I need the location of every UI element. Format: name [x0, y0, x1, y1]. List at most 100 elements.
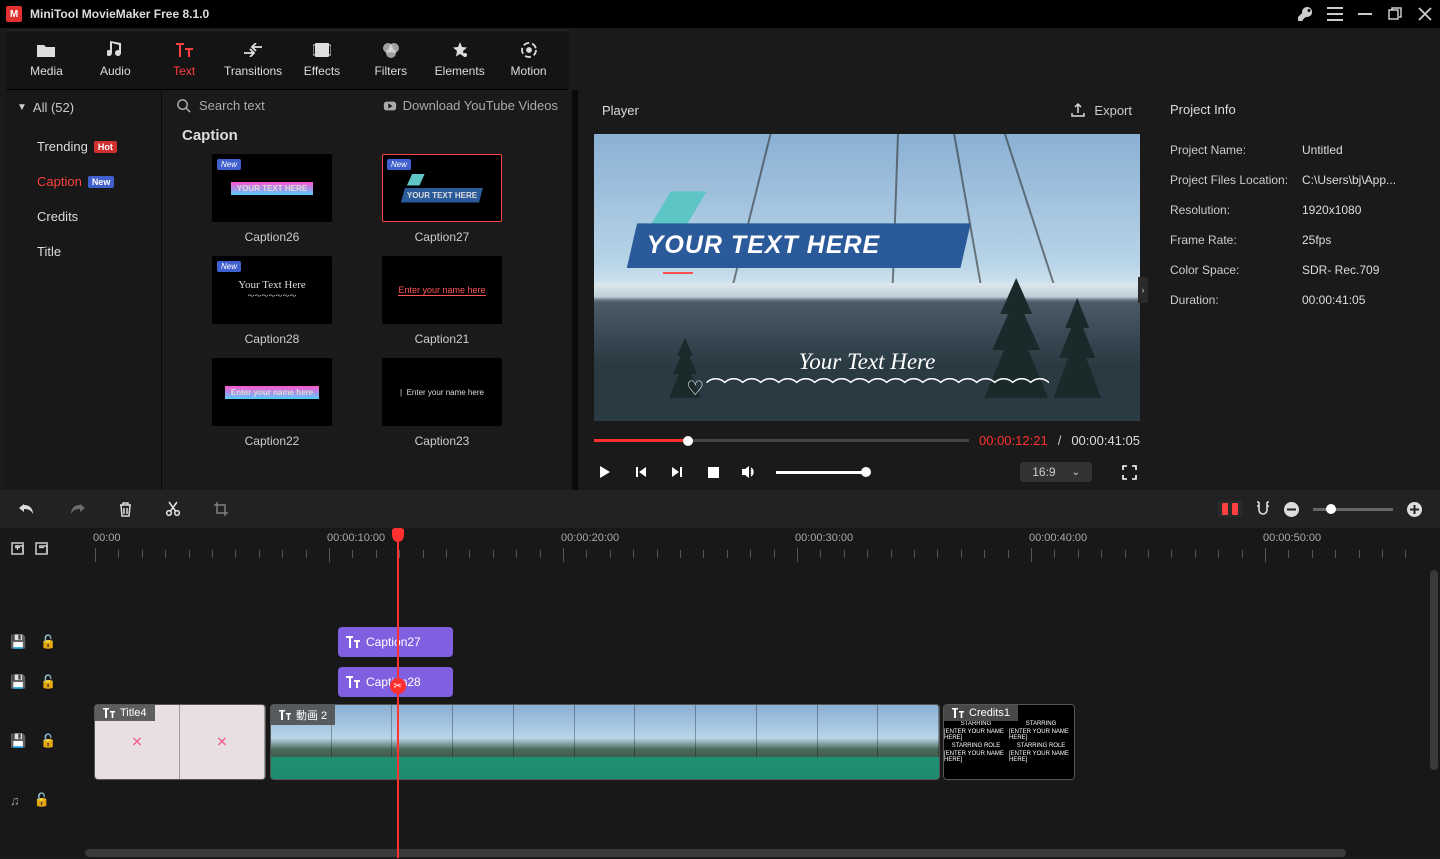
lock-icon[interactable]: 🔓 [40, 733, 56, 749]
timeline-video-clip[interactable]: 動画 2 [270, 704, 940, 780]
lock-icon[interactable]: 🔓 [34, 792, 50, 808]
audio-track[interactable] [85, 780, 1440, 820]
toolbar-label: Audio [100, 64, 131, 78]
music-icon[interactable]: ♫ [10, 793, 20, 808]
toolbar-elements[interactable]: Elements [427, 37, 492, 83]
title-bar: M MiniTool MovieMaker Free 8.1.0 [0, 0, 1440, 28]
delete-button[interactable] [118, 501, 133, 517]
info-row: Resolution:1920x1080 [1170, 195, 1424, 225]
toolbar-label: Media [30, 64, 63, 78]
text-preset-caption26[interactable]: NewYOUR TEXT HERECaption26 [202, 154, 342, 244]
text-preset-caption28[interactable]: NewYour Text Here～～～～～～～Caption28 [202, 256, 342, 346]
download-youtube-link[interactable]: Download YouTube Videos [383, 98, 558, 113]
sidebar-item-label: Title [37, 244, 61, 259]
close-icon[interactable] [1416, 5, 1434, 23]
sidebar-item-credits[interactable]: Credits [37, 199, 161, 234]
ruler-label: 00:00:30:00 [795, 532, 853, 544]
info-row: Project Files Location:C:\Users\bj\App..… [1170, 165, 1424, 195]
sidebar-item-title[interactable]: Title [37, 234, 161, 269]
fullscreen-button[interactable] [1120, 463, 1138, 481]
preset-thumbnail: NewYOUR TEXT HERE [382, 154, 502, 222]
toolbar-transitions[interactable]: Transitions [221, 37, 286, 83]
timeline-toolbar [0, 490, 1440, 528]
maximize-icon[interactable] [1386, 5, 1404, 23]
video-preview[interactable]: YOUR TEXT HERE Your Text Here ♡ ⌒⌒⌒⌒⌒⌒⌒⌒… [594, 134, 1140, 421]
text-preset-caption21[interactable]: Enter your name hereCaption21 [372, 256, 512, 346]
effects-icon [312, 42, 332, 58]
text-preset-caption27[interactable]: NewYOUR TEXT HERECaption27 [372, 154, 512, 244]
info-row: Project Name:Untitled [1170, 135, 1424, 165]
save-icon[interactable]: 💾 [10, 634, 26, 650]
aspect-value: 16:9 [1032, 465, 1055, 479]
player-title: Player [602, 103, 639, 118]
playhead-split-icon[interactable]: ✂ [390, 678, 406, 694]
timeline-scroll-horizontal[interactable] [85, 848, 1426, 858]
toolbar-filters[interactable]: Filters [358, 37, 423, 83]
timeline-video-clip[interactable]: STARRING[ENTER YOUR NAME HERE]STARRING R… [943, 704, 1075, 780]
redo-button[interactable] [68, 501, 86, 517]
next-frame-button[interactable] [668, 463, 686, 481]
lock-icon[interactable]: 🔓 [40, 674, 56, 690]
sidebar-item-caption[interactable]: CaptionNew [37, 164, 161, 199]
snap-button[interactable] [1256, 501, 1270, 517]
ruler-label: 00:00:10:00 [327, 532, 385, 544]
ruler-label: 00:00 [93, 532, 121, 544]
toolbar-motion[interactable]: Motion [496, 37, 561, 83]
sidebar-all-toggle[interactable]: ▼ All (52) [5, 90, 161, 125]
text-track-1[interactable]: Caption27 [85, 622, 1440, 662]
zoom-out-button[interactable] [1284, 502, 1299, 517]
crop-button[interactable] [213, 501, 229, 517]
timeline: 💾🔓 💾🔓 💾🔓 ♫🔓 00:0000:00:10:0000:00:20:000… [0, 528, 1440, 858]
timeline-ruler[interactable]: 00:0000:00:10:0000:00:20:0000:00:30:0000… [85, 528, 1440, 570]
auto-fit-button[interactable] [1218, 501, 1242, 517]
panel-collapse-handle[interactable]: › [1138, 277, 1148, 303]
zoom-slider[interactable] [1313, 508, 1393, 511]
add-track-button[interactable] [10, 541, 26, 557]
volume-slider[interactable] [776, 471, 866, 474]
info-value: C:\Users\bj\App... [1302, 173, 1424, 187]
stop-button[interactable] [704, 463, 722, 481]
toolbar-text[interactable]: Text [152, 37, 217, 83]
timeline-video-clip[interactable]: Title4 [94, 704, 266, 780]
text-library: Search text Download YouTube Videos Capt… [162, 90, 572, 490]
elements-icon [450, 42, 470, 58]
minimize-icon[interactable] [1356, 5, 1374, 23]
undo-button[interactable] [18, 501, 36, 517]
sidebar-item-trending[interactable]: TrendingHot [37, 129, 161, 164]
seek-bar[interactable] [594, 439, 969, 442]
save-icon[interactable]: 💾 [10, 733, 26, 749]
library-section-title: Caption [162, 121, 572, 154]
timeline-text-clip[interactable]: Caption27 [338, 627, 453, 657]
split-button[interactable] [165, 501, 181, 517]
text-preset-caption23[interactable]: | Enter your name hereCaption23 [372, 358, 512, 448]
clip-label-bar: Credits1 [944, 705, 1018, 721]
player-pane: Player Export YOUR TEXT HERE Your Text H… [578, 90, 1144, 490]
toolbar-media[interactable]: Media [14, 37, 79, 83]
save-icon[interactable]: 💾 [10, 674, 26, 690]
video-track[interactable]: Title4動画 2STARRING[ENTER YOUR NAME HERE]… [85, 702, 1440, 780]
search-text[interactable]: Search text [176, 98, 375, 113]
lock-icon[interactable]: 🔓 [40, 634, 56, 650]
info-label: Project Files Location: [1170, 173, 1302, 187]
playhead-handle-icon [392, 528, 404, 542]
timeline-scroll-vertical[interactable] [1428, 528, 1440, 848]
playhead[interactable]: ✂ [397, 530, 399, 858]
toolbar-audio[interactable]: Audio [83, 37, 148, 83]
toolbar-effects[interactable]: Effects [290, 37, 355, 83]
info-value: SDR- Rec.709 [1302, 263, 1424, 277]
play-button[interactable] [596, 463, 614, 481]
text-preset-caption22[interactable]: Enter your name hereCaption22 [202, 358, 342, 448]
zoom-in-button[interactable] [1407, 502, 1422, 517]
prev-frame-button[interactable] [632, 463, 650, 481]
menu-icon[interactable] [1326, 5, 1344, 23]
text-track-2[interactable]: Caption28 [85, 662, 1440, 702]
export-button[interactable]: Export [1070, 102, 1132, 118]
new-badge: New [217, 261, 241, 272]
key-icon[interactable] [1296, 5, 1314, 23]
info-row: Color Space:SDR- Rec.709 [1170, 255, 1424, 285]
toolbar-label: Filters [374, 64, 407, 78]
info-title: Project Info [1170, 102, 1424, 117]
aspect-ratio-select[interactable]: 16:9 ⌄ [1020, 462, 1092, 482]
volume-icon[interactable] [740, 463, 758, 481]
remove-track-button[interactable] [34, 541, 50, 557]
